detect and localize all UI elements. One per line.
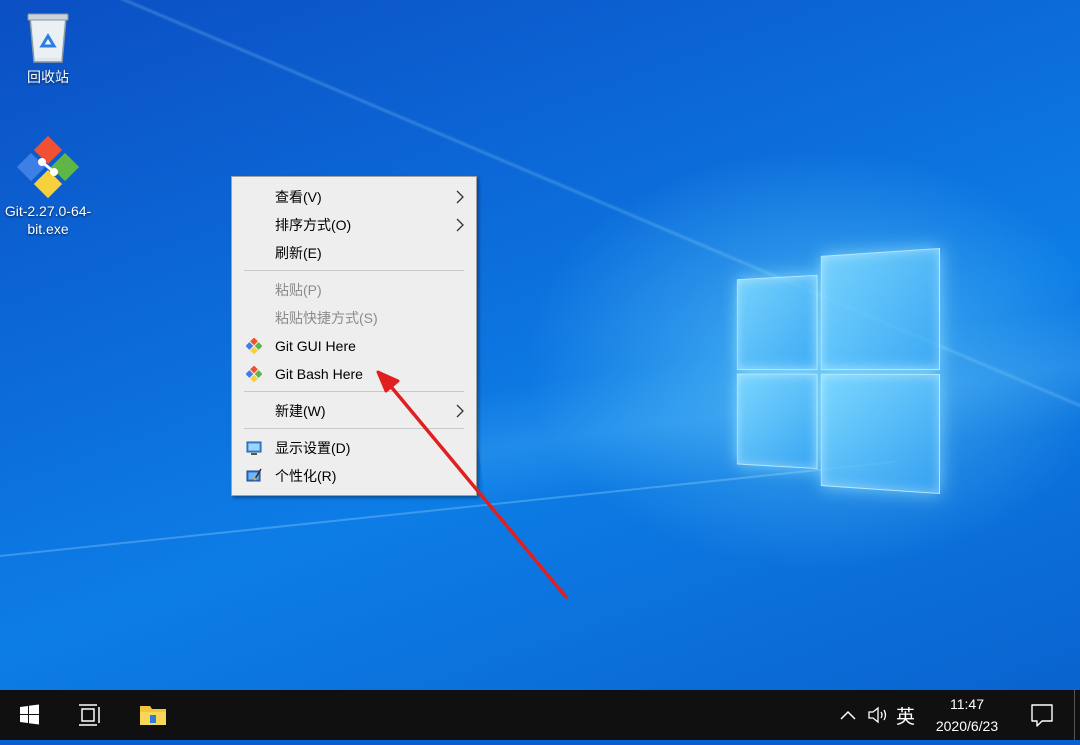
show-desktop-button[interactable] — [1074, 690, 1080, 740]
git-installer-icon — [16, 136, 80, 198]
task-view-icon — [79, 704, 100, 726]
menu-item-personalize[interactable]: 个性化(R) — [234, 463, 474, 489]
start-button[interactable] — [0, 690, 58, 740]
chevron-right-icon — [456, 218, 464, 232]
menu-item-label: 排序方式(O) — [275, 217, 352, 233]
task-view-button[interactable] — [62, 690, 118, 740]
menu-separator — [244, 391, 464, 392]
windows-start-icon — [20, 704, 39, 725]
menu-item-git-bash-here[interactable]: Git Bash Here — [234, 361, 474, 387]
menu-item-git-gui-here[interactable]: Git GUI Here — [234, 333, 474, 359]
volume-icon[interactable] — [866, 704, 890, 726]
file-explorer-taskbar-button[interactable] — [124, 690, 182, 740]
folder-icon — [140, 706, 166, 725]
menu-item-label: 查看(V) — [275, 189, 322, 205]
chevron-up-icon[interactable] — [838, 706, 858, 724]
menu-item-label: 个性化(R) — [275, 468, 337, 484]
git-icon — [246, 366, 262, 382]
chevron-right-icon — [456, 404, 464, 418]
menu-item-display-settings[interactable]: 显示设置(D) — [234, 435, 474, 461]
desktop-icon-label: Git-2.27.0-64-bit.exe — [4, 203, 92, 237]
menu-item-sort-by[interactable]: 排序方式(O) — [234, 212, 474, 238]
desktop-icon-label: 回收站 — [27, 69, 69, 85]
menu-item-view[interactable]: 查看(V) — [234, 184, 474, 210]
menu-item-refresh[interactable]: 刷新(E) — [234, 240, 474, 266]
taskbar: 英 11:47 2020/6/23 — [0, 690, 1080, 740]
git-icon — [246, 338, 262, 354]
chevron-right-icon — [456, 190, 464, 204]
desktop-icon-git-installer[interactable]: Git-2.27.0-64-bit.exe — [0, 136, 96, 238]
windows-logo-wallpaper — [736, 248, 940, 494]
menu-item-label: Git GUI Here — [275, 338, 356, 354]
recycle-bin-icon — [27, 13, 69, 63]
menu-item-label: 新建(W) — [275, 403, 326, 419]
action-center-button[interactable] — [1022, 690, 1062, 740]
menu-item-label: 显示设置(D) — [275, 440, 351, 456]
clock-date: 2020/6/23 — [935, 718, 999, 734]
desktop-background[interactable]: 回收站 Git-2.27.0-64-bit.exe 查看(V) 排序方式(O) — [0, 0, 1080, 690]
menu-item-label: 粘贴快捷方式(S) — [275, 310, 378, 326]
menu-item-label: Git Bash Here — [275, 366, 363, 382]
menu-item-new[interactable]: 新建(W) — [234, 398, 474, 424]
menu-item-paste-shortcut: 粘贴快捷方式(S) — [234, 305, 474, 331]
notification-icon — [1031, 704, 1053, 727]
taskbar-clock[interactable]: 11:47 2020/6/23 — [920, 693, 1014, 737]
menu-item-paste: 粘贴(P) — [234, 277, 474, 303]
menu-item-label: 刷新(E) — [275, 245, 322, 261]
desktop-context-menu: 查看(V) 排序方式(O) 刷新(E) 粘贴(P) 粘贴快捷方式(S) Git … — [231, 176, 477, 496]
menu-separator — [244, 270, 464, 271]
input-method-indicator[interactable]: 英 — [896, 702, 915, 729]
personalize-icon — [246, 468, 262, 482]
clock-time: 11:47 — [950, 696, 984, 712]
display-settings-icon — [246, 441, 262, 455]
menu-item-label: 粘贴(P) — [275, 282, 322, 298]
desktop-icon-recycle-bin[interactable]: 回收站 — [0, 8, 96, 86]
menu-separator — [244, 428, 464, 429]
